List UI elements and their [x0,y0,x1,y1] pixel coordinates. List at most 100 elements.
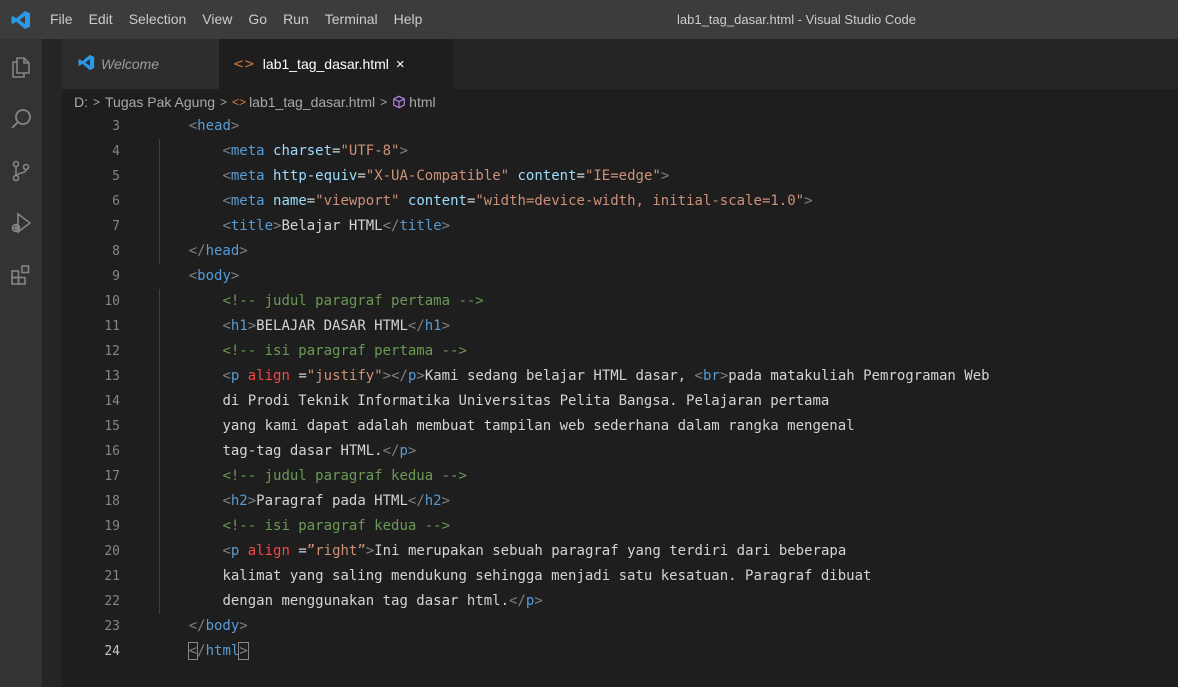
code-line[interactable]: 16 tag-tag dasar HTML.</p> [62,439,1178,464]
code-line[interactable]: 23 </body> [62,614,1178,639]
tag-bracket: < [222,493,231,509]
code-line[interactable]: 6 <meta name="viewport" content="width=d… [62,189,1178,214]
operator: = [576,168,585,184]
line-number: 10 [104,294,120,309]
close-icon[interactable]: × [396,56,405,73]
chevron-right-icon: > [220,94,228,109]
code-text: <meta http-equiv="X-UA-Compatible" conte… [155,164,669,189]
tag-bracket: > [719,368,729,384]
tag-bracket: > [230,118,240,134]
breadcrumb-symbol[interactable]: html [409,94,435,110]
activity-bar [0,39,42,687]
tab-label: lab1_tag_dasar.html [262,56,389,72]
attribute-name: name [273,193,307,209]
code-line[interactable]: 9 <body> [62,264,1178,289]
text-content [265,193,273,209]
breadcrumb-folder[interactable]: Tugas Pak Agung [105,94,215,110]
tag-name: meta [230,143,265,159]
matched-bracket: > [238,642,249,660]
code-text: kalimat yang saling mendukung sehingga m… [155,564,871,589]
operator: = [306,193,316,209]
comment: <!-- judul paragraf pertama --> [222,293,484,309]
code-line[interactable]: 4 <meta charset="UTF-8"> [62,139,1178,164]
line-number: 22 [104,594,120,609]
code-line[interactable]: 14 di Prodi Teknik Informatika Universit… [62,389,1178,414]
menu-selection[interactable]: Selection [121,0,195,39]
code-line[interactable]: 18 <h2>Paragraf pada HTML</h2> [62,489,1178,514]
line-number: 19 [104,519,120,534]
tag-bracket: > [239,243,248,259]
code-line[interactable]: 19 <!-- isi paragraf kedua --> [62,514,1178,539]
text-content: pada matakuliah Pemrograman Web [728,368,990,384]
code-editor[interactable]: 3 <head> 4 <meta charset="UTF-8"> 5 <meta … [62,114,1178,687]
text-content: di Prodi Teknik Informatika Universitas … [222,393,830,409]
tag-bracket: > [441,218,451,234]
source-control-icon[interactable] [0,147,42,195]
code-line[interactable]: 3 <head> [62,114,1178,139]
breadcrumb-file[interactable]: lab1_tag_dasar.html [249,94,375,110]
line-number: 20 [104,544,120,559]
code-line[interactable]: 12 <!-- isi paragraf pertama --> [62,339,1178,364]
code-text: </head> [155,239,248,264]
menu-run[interactable]: Run [275,0,317,39]
tab-label: Welcome [101,56,160,72]
code-line[interactable]: 11 <h1>BELAJAR DASAR HTML</h1> [62,314,1178,339]
extensions-icon[interactable] [0,251,42,299]
chevron-right-icon: > [93,94,101,109]
code-line[interactable]: 21 kalimat yang saling mendukung sehingg… [62,564,1178,589]
tag-bracket: < [222,168,231,184]
code-line[interactable]: 8 </head> [62,239,1178,264]
symbol-cube-icon [392,95,406,109]
code-line[interactable]: 22 dengan menggunakan tag dasar html.</p… [62,589,1178,614]
tag-bracket: < [222,368,231,384]
code-line[interactable]: 24 </html> [62,639,1178,664]
tag-bracket: > [407,443,417,459]
tag-bracket: < [188,118,198,134]
line-number: 8 [112,244,120,259]
comment: <!-- judul paragraf kedua --> [222,468,467,484]
line-number: 21 [104,569,120,584]
tab-lab1-tag-dasar[interactable]: <> lab1_tag_dasar.html × [219,39,453,89]
line-number: 3 [112,119,120,134]
code-text: <meta name="viewport" content="width=dev… [155,189,812,214]
menu-edit[interactable]: Edit [81,0,121,39]
menu-terminal[interactable]: Terminal [317,0,386,39]
code-line[interactable]: 13 <p align ="justify"></p>Kami sedang b… [62,364,1178,389]
code-line[interactable]: 20 <p align =”right”>Ini merupakan sebua… [62,539,1178,564]
menu-file[interactable]: File [42,0,81,39]
tag-name: meta [230,193,265,209]
tab-welcome[interactable]: Welcome [62,39,219,89]
breadcrumb-drive[interactable]: D: [74,94,88,110]
code-line[interactable]: 17 <!-- judul paragraf kedua --> [62,464,1178,489]
menu-view[interactable]: View [194,0,240,39]
attribute-value: "justify" [306,368,383,384]
search-icon[interactable] [0,95,42,143]
code-text: tag-tag dasar HTML.</p> [155,439,416,464]
code-text: </body> [155,614,248,639]
vscode-logo-icon[interactable] [0,0,42,39]
line-number: 17 [104,469,120,484]
line-number: 18 [104,494,120,509]
run-debug-icon[interactable] [0,199,42,247]
tag-bracket: </ [188,243,206,259]
code-text: <!-- judul paragraf pertama --> [155,289,484,314]
code-line[interactable]: 5 <meta http-equiv="X-UA-Compatible" con… [62,164,1178,189]
tag-name: h2 [230,493,248,509]
tag-bracket: </ [188,618,206,634]
attribute-name: content [407,193,467,209]
tag-name: head [197,118,231,134]
tag-name: h1 [230,318,248,334]
code-line[interactable]: 15 yang kami dapat adalah membuat tampil… [62,414,1178,439]
line-number: 4 [112,144,120,159]
menu-help[interactable]: Help [386,0,431,39]
comment: <!-- isi paragraf pertama --> [222,343,467,359]
code-line[interactable]: 7 <title>Belajar HTML</title> [62,214,1178,239]
text-content: tag-tag dasar HTML. [222,443,383,459]
explorer-icon[interactable] [0,43,42,91]
code-line[interactable]: 10 <!-- judul paragraf pertama --> [62,289,1178,314]
menu-go[interactable]: Go [240,0,275,39]
